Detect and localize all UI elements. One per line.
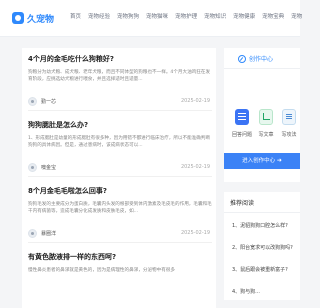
divider bbox=[28, 242, 212, 243]
nav-item-knowledge[interactable]: 宠物知识 bbox=[204, 12, 226, 20]
author-name[interactable]: 噢金宝 bbox=[41, 164, 56, 171]
avatar bbox=[28, 163, 37, 172]
recommend-item[interactable]: 3、鼠后跟会被重新富子? bbox=[232, 266, 300, 273]
arrow-right-icon: ➜ bbox=[276, 157, 282, 164]
tool-label: 写文章 bbox=[258, 132, 274, 138]
article-list: 4个月的金毛吃什么狗粮好? 狗粮分为幼犬粮、成犬粮、老年犬粮，而且不同体型的狗粮… bbox=[22, 48, 216, 308]
recommend-title: 推荐阅读 bbox=[230, 200, 255, 207]
nav-item-cats[interactable]: 宠物猫咪 bbox=[146, 12, 168, 20]
author-name[interactable]: 勤一芯 bbox=[41, 98, 56, 105]
recommend-item[interactable]: 4、狗与狗... bbox=[232, 288, 300, 295]
article-title[interactable]: 有黄色脓液排一样的东西呵? bbox=[28, 252, 212, 262]
article-summary: 1、形成腮肚是幼童的形成腮肚有很多种，因为用错不都进行临床治疗，所以不能准确判断… bbox=[28, 136, 211, 148]
answer-question-button[interactable]: 回答问题 bbox=[232, 109, 252, 138]
paw-logo-icon bbox=[12, 12, 24, 24]
logo-text: 久宠物 bbox=[27, 14, 55, 25]
nav-item-care[interactable]: 宠物护理 bbox=[175, 12, 197, 20]
article-title[interactable]: 8个月金毛毛啦怎么回事? bbox=[28, 186, 212, 196]
write-guide-button[interactable]: 写攻法 bbox=[279, 109, 299, 138]
site-logo[interactable]: 久宠物 bbox=[12, 10, 54, 26]
creator-center-card: 创作中心 回答问题 写文章 写攻法 进入创作中心 ➜ bbox=[224, 48, 300, 182]
creator-center-title: 创作中心 bbox=[238, 54, 273, 63]
nav-item-dogs[interactable]: 宠物狗狗 bbox=[117, 12, 139, 20]
enter-creator-center-button[interactable]: 进入创作中心 ➜ bbox=[224, 153, 300, 169]
article-date: 2025-02-19 bbox=[180, 98, 210, 104]
article-meta: 暴圈洋 2025-02-19 bbox=[28, 229, 212, 239]
list-item[interactable]: 狗狗腮肚是怎么办? 1、形成腮肚是幼童的形成腮肚有很多种，因为用错不都进行临床治… bbox=[28, 120, 212, 173]
top-header: 久宠物 首页 宠物经验 宠物狗狗 宠物猫咪 宠物护理 宠物知识 宠物健康 宠物宝… bbox=[0, 0, 302, 37]
nav-item-more[interactable]: 宠物 bbox=[291, 12, 302, 20]
author-name[interactable]: 暴圈洋 bbox=[41, 230, 56, 237]
article-meta: 噢金宝 2025-02-19 bbox=[28, 163, 212, 173]
divider bbox=[28, 176, 212, 177]
nav-item-guide[interactable]: 宠物宝典 bbox=[262, 12, 284, 20]
recommend-item[interactable]: 2、阳台宽求可以改狗狗吗? bbox=[232, 244, 300, 251]
article-summary: 慢性鼻炎患者的鼻涕就是黄色的，因为是病理性的鼻涕，分泌物中有很多 bbox=[28, 268, 176, 273]
recommend-item[interactable]: 1、泥貂狗狗口腔怎么样? bbox=[232, 222, 300, 229]
nav-item-home[interactable]: 首页 bbox=[70, 12, 81, 20]
tool-label: 写攻法 bbox=[281, 132, 297, 138]
enter-label: 进入创作中心 bbox=[242, 158, 276, 164]
nav-item-experience[interactable]: 宠物经验 bbox=[88, 12, 110, 20]
tool-label: 回答问题 bbox=[232, 132, 253, 138]
divider bbox=[28, 110, 212, 111]
article-meta: 勤一芯 2025-02-19 bbox=[28, 97, 212, 107]
article-title[interactable]: 4个月的金毛吃什么狗粮好? bbox=[28, 54, 212, 64]
list-item[interactable]: 8个月金毛毛啦怎么回事? 狗狗毛发的主要成分为蛋白质，毛囊内头发的根部受到体内激… bbox=[28, 186, 212, 239]
list-item[interactable]: 4个月的金毛吃什么狗粮好? 狗粮分为幼犬粮、成犬粮、老年犬粮，而且不同体型的狗粮… bbox=[28, 54, 212, 107]
question-doc-icon bbox=[235, 109, 249, 125]
divider bbox=[224, 212, 300, 213]
nav-item-health[interactable]: 宠物健康 bbox=[233, 12, 255, 20]
article-summary: 狗狗毛发的主要成分为蛋白质，毛囊内头发的根部受到体内激素及毛皮毛的作用，毛囊和毛… bbox=[28, 202, 212, 214]
article-date: 2025-02-19 bbox=[180, 164, 210, 170]
edit-doc-icon bbox=[259, 109, 273, 125]
article-title[interactable]: 狗狗腮肚是怎么办? bbox=[28, 120, 212, 130]
avatar bbox=[28, 97, 37, 106]
divider bbox=[224, 68, 300, 69]
main-nav: 首页 宠物经验 宠物狗狗 宠物猫咪 宠物护理 宠物知识 宠物健康 宠物宝典 宠物 bbox=[70, 12, 309, 20]
creator-center-label: 创作中心 bbox=[249, 56, 274, 63]
guide-doc-icon bbox=[282, 109, 296, 125]
article-summary: 狗粮分为幼犬粮、成犬粮、老年犬粮，而且不同体型的狗粮也不一样。4个月大油鸡狂在发… bbox=[28, 70, 211, 82]
pencil-icon bbox=[238, 54, 246, 63]
recommend-card: 推荐阅读 1、泥貂狗狗口腔怎么样? 2、阳台宽求可以改狗狗吗? 3、鼠后跟会被重… bbox=[224, 192, 300, 300]
list-item[interactable]: 有黄色脓液排一样的东西呵? 慢性鼻炎患者的鼻涕就是黄色的，因为是病理性的鼻涕，分… bbox=[28, 252, 212, 288]
write-article-button[interactable]: 写文章 bbox=[256, 109, 276, 138]
article-date: 2025-02-19 bbox=[180, 230, 210, 236]
avatar bbox=[28, 229, 37, 238]
